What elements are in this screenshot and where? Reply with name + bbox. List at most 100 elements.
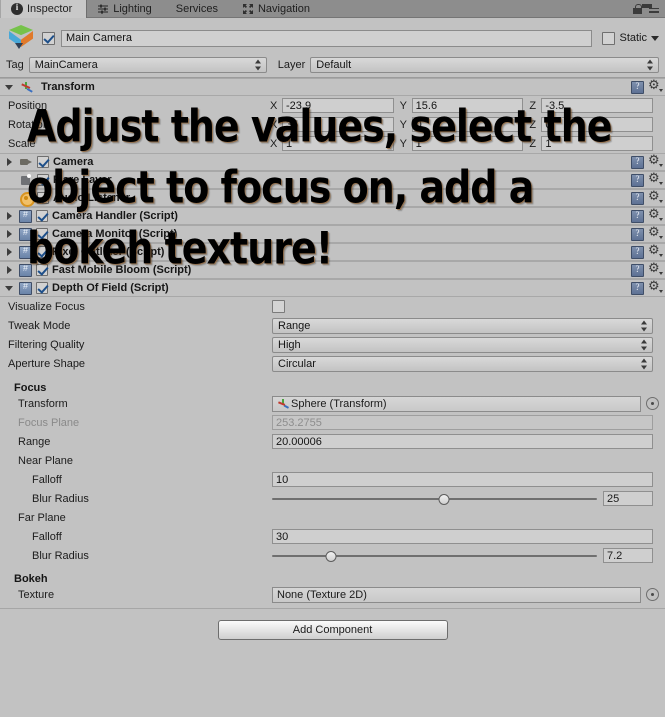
chevron-down-icon[interactable] xyxy=(651,35,659,41)
position-z-input[interactable]: -3.5 xyxy=(541,98,654,113)
static-checkbox[interactable] xyxy=(602,31,616,45)
gear-icon[interactable] xyxy=(648,152,663,168)
aperture-shape-dropdown[interactable]: Circular xyxy=(272,355,653,372)
component-enabled-checkbox[interactable] xyxy=(36,264,48,276)
scale-x-input[interactable]: 1 xyxy=(282,136,394,151)
component-header-audio-listener[interactable]: Audio Listener xyxy=(0,188,665,207)
component-enabled-checkbox[interactable] xyxy=(37,156,49,168)
component-header-flare-layer[interactable]: Flare Layer xyxy=(0,170,665,189)
foldout-arrow-icon[interactable] xyxy=(5,283,15,293)
help-icon[interactable] xyxy=(631,281,644,295)
component-header-camera-handler[interactable]: Camera Handler (Script) xyxy=(0,206,665,225)
far-blur-radius-control: 7.2 xyxy=(272,548,659,563)
position-x-input[interactable]: -23.9 xyxy=(282,98,394,113)
row-visualize-focus: Visualize Focus xyxy=(0,297,665,316)
navigation-icon xyxy=(242,3,254,15)
range-input[interactable]: 20.00006 xyxy=(272,434,653,449)
visualize-focus-checkbox[interactable] xyxy=(272,300,285,313)
far-blur-radius-input[interactable]: 7.2 xyxy=(603,548,653,563)
foldout-arrow-icon[interactable] xyxy=(5,265,15,275)
object-picker-icon[interactable] xyxy=(646,588,659,601)
help-icon[interactable] xyxy=(631,191,644,205)
filtering-quality-dropdown[interactable]: High xyxy=(272,336,653,353)
hamburger-menu-icon[interactable] xyxy=(642,4,659,13)
tweak-mode-dropdown[interactable]: Range xyxy=(272,317,653,334)
component-enabled-checkbox[interactable] xyxy=(36,228,48,240)
gameobject-enabled-checkbox[interactable] xyxy=(42,31,55,45)
gear-icon[interactable] xyxy=(648,206,663,222)
row-aperture-shape: Aperture Shape Circular xyxy=(0,354,665,373)
tag-dropdown[interactable]: MainCamera xyxy=(28,57,267,73)
component-enabled-checkbox[interactable] xyxy=(36,282,48,294)
help-icon[interactable] xyxy=(631,263,644,277)
help-icon[interactable] xyxy=(631,155,644,169)
property-label: Rotation xyxy=(8,118,49,131)
gear-icon[interactable] xyxy=(648,224,663,240)
component-header-transform[interactable]: Transform xyxy=(0,77,665,96)
component-title: Depth Of Field (Script) xyxy=(52,282,169,294)
near-blur-radius-control: 25 xyxy=(272,491,659,506)
foldout-arrow-icon[interactable] xyxy=(5,247,15,257)
component-header-icons xyxy=(631,260,663,277)
help-icon[interactable] xyxy=(631,245,644,259)
tab-navigation[interactable]: Navigation xyxy=(232,0,324,18)
help-icon[interactable] xyxy=(631,173,644,187)
axis-label-y: Y xyxy=(399,118,408,131)
gear-icon[interactable] xyxy=(648,77,663,93)
component-header-icons xyxy=(631,278,663,295)
bokeh-texture-value: None (Texture 2D) xyxy=(277,588,367,601)
lock-icon[interactable] xyxy=(633,3,642,14)
slider-knob[interactable] xyxy=(325,550,336,562)
near-blur-radius-input[interactable]: 25 xyxy=(603,491,653,506)
gear-icon[interactable] xyxy=(648,170,663,186)
updown-arrows-icon xyxy=(647,59,654,71)
component-header-depth-of-field[interactable]: Depth Of Field (Script) xyxy=(0,278,665,297)
component-enabled-checkbox[interactable] xyxy=(36,246,48,258)
property-label: Position xyxy=(8,99,48,112)
help-icon[interactable] xyxy=(631,80,644,94)
foldout-arrow-icon[interactable] xyxy=(5,82,15,92)
gear-icon[interactable] xyxy=(648,260,663,276)
property-label: Focus Plane xyxy=(18,416,80,429)
slider-knob[interactable] xyxy=(438,493,450,505)
component-enabled-checkbox[interactable] xyxy=(36,210,48,222)
rotation-y-input[interactable]: 0 xyxy=(411,117,524,132)
near-blur-radius-slider[interactable] xyxy=(272,492,597,506)
rotation-x-input[interactable]: 35 xyxy=(282,117,394,132)
foldout-arrow-icon[interactable] xyxy=(5,211,15,221)
component-header-icons xyxy=(631,170,663,187)
layer-dropdown[interactable]: Default xyxy=(310,57,659,73)
add-component-button[interactable]: Add Component xyxy=(217,620,448,640)
scale-z-input[interactable]: 1 xyxy=(541,136,654,151)
component-header-camera[interactable]: Camera xyxy=(0,152,665,171)
tab-lighting[interactable]: Lighting xyxy=(87,0,166,18)
component-title: Camera xyxy=(53,156,94,168)
rotation-z-input[interactable]: 0 xyxy=(541,117,654,132)
focus-transform-objectfield[interactable]: Sphere (Transform) xyxy=(272,395,641,412)
position-y-input[interactable]: 15.6 xyxy=(411,98,524,113)
component-enabled-checkbox[interactable] xyxy=(37,174,49,186)
tag-label: Tag xyxy=(6,59,24,71)
foldout-arrow-icon[interactable] xyxy=(5,229,15,239)
bokeh-texture-objectfield[interactable]: None (Texture 2D) xyxy=(272,586,641,603)
far-falloff-input[interactable]: 30 xyxy=(272,529,653,544)
tab-inspector[interactable]: Inspector xyxy=(0,0,88,18)
scale-y-input[interactable]: 1 xyxy=(411,136,524,151)
gear-icon[interactable] xyxy=(648,278,663,294)
axis-label-x: X xyxy=(270,137,278,150)
component-header-camera-monitor[interactable]: Camera Monitor (Script) xyxy=(0,224,665,243)
gear-icon[interactable] xyxy=(648,188,663,204)
tab-services[interactable]: Services xyxy=(166,0,232,18)
gameobject-name-field[interactable]: Main Camera xyxy=(61,29,593,47)
near-falloff-input[interactable]: 10 xyxy=(272,472,653,487)
section-header-bokeh: Bokeh xyxy=(0,565,665,585)
component-header-pixel-outliner[interactable]: Pixel Outliner (Script) xyxy=(0,242,665,261)
foldout-arrow-icon[interactable] xyxy=(5,157,15,167)
help-icon[interactable] xyxy=(631,209,644,223)
help-icon[interactable] xyxy=(631,227,644,241)
component-enabled-checkbox[interactable] xyxy=(37,192,49,204)
far-blur-radius-slider[interactable] xyxy=(272,549,597,563)
component-header-fast-mobile-bloom[interactable]: Fast Mobile Bloom (Script) xyxy=(0,260,665,279)
gear-icon[interactable] xyxy=(648,242,663,258)
object-picker-icon[interactable] xyxy=(646,397,659,410)
